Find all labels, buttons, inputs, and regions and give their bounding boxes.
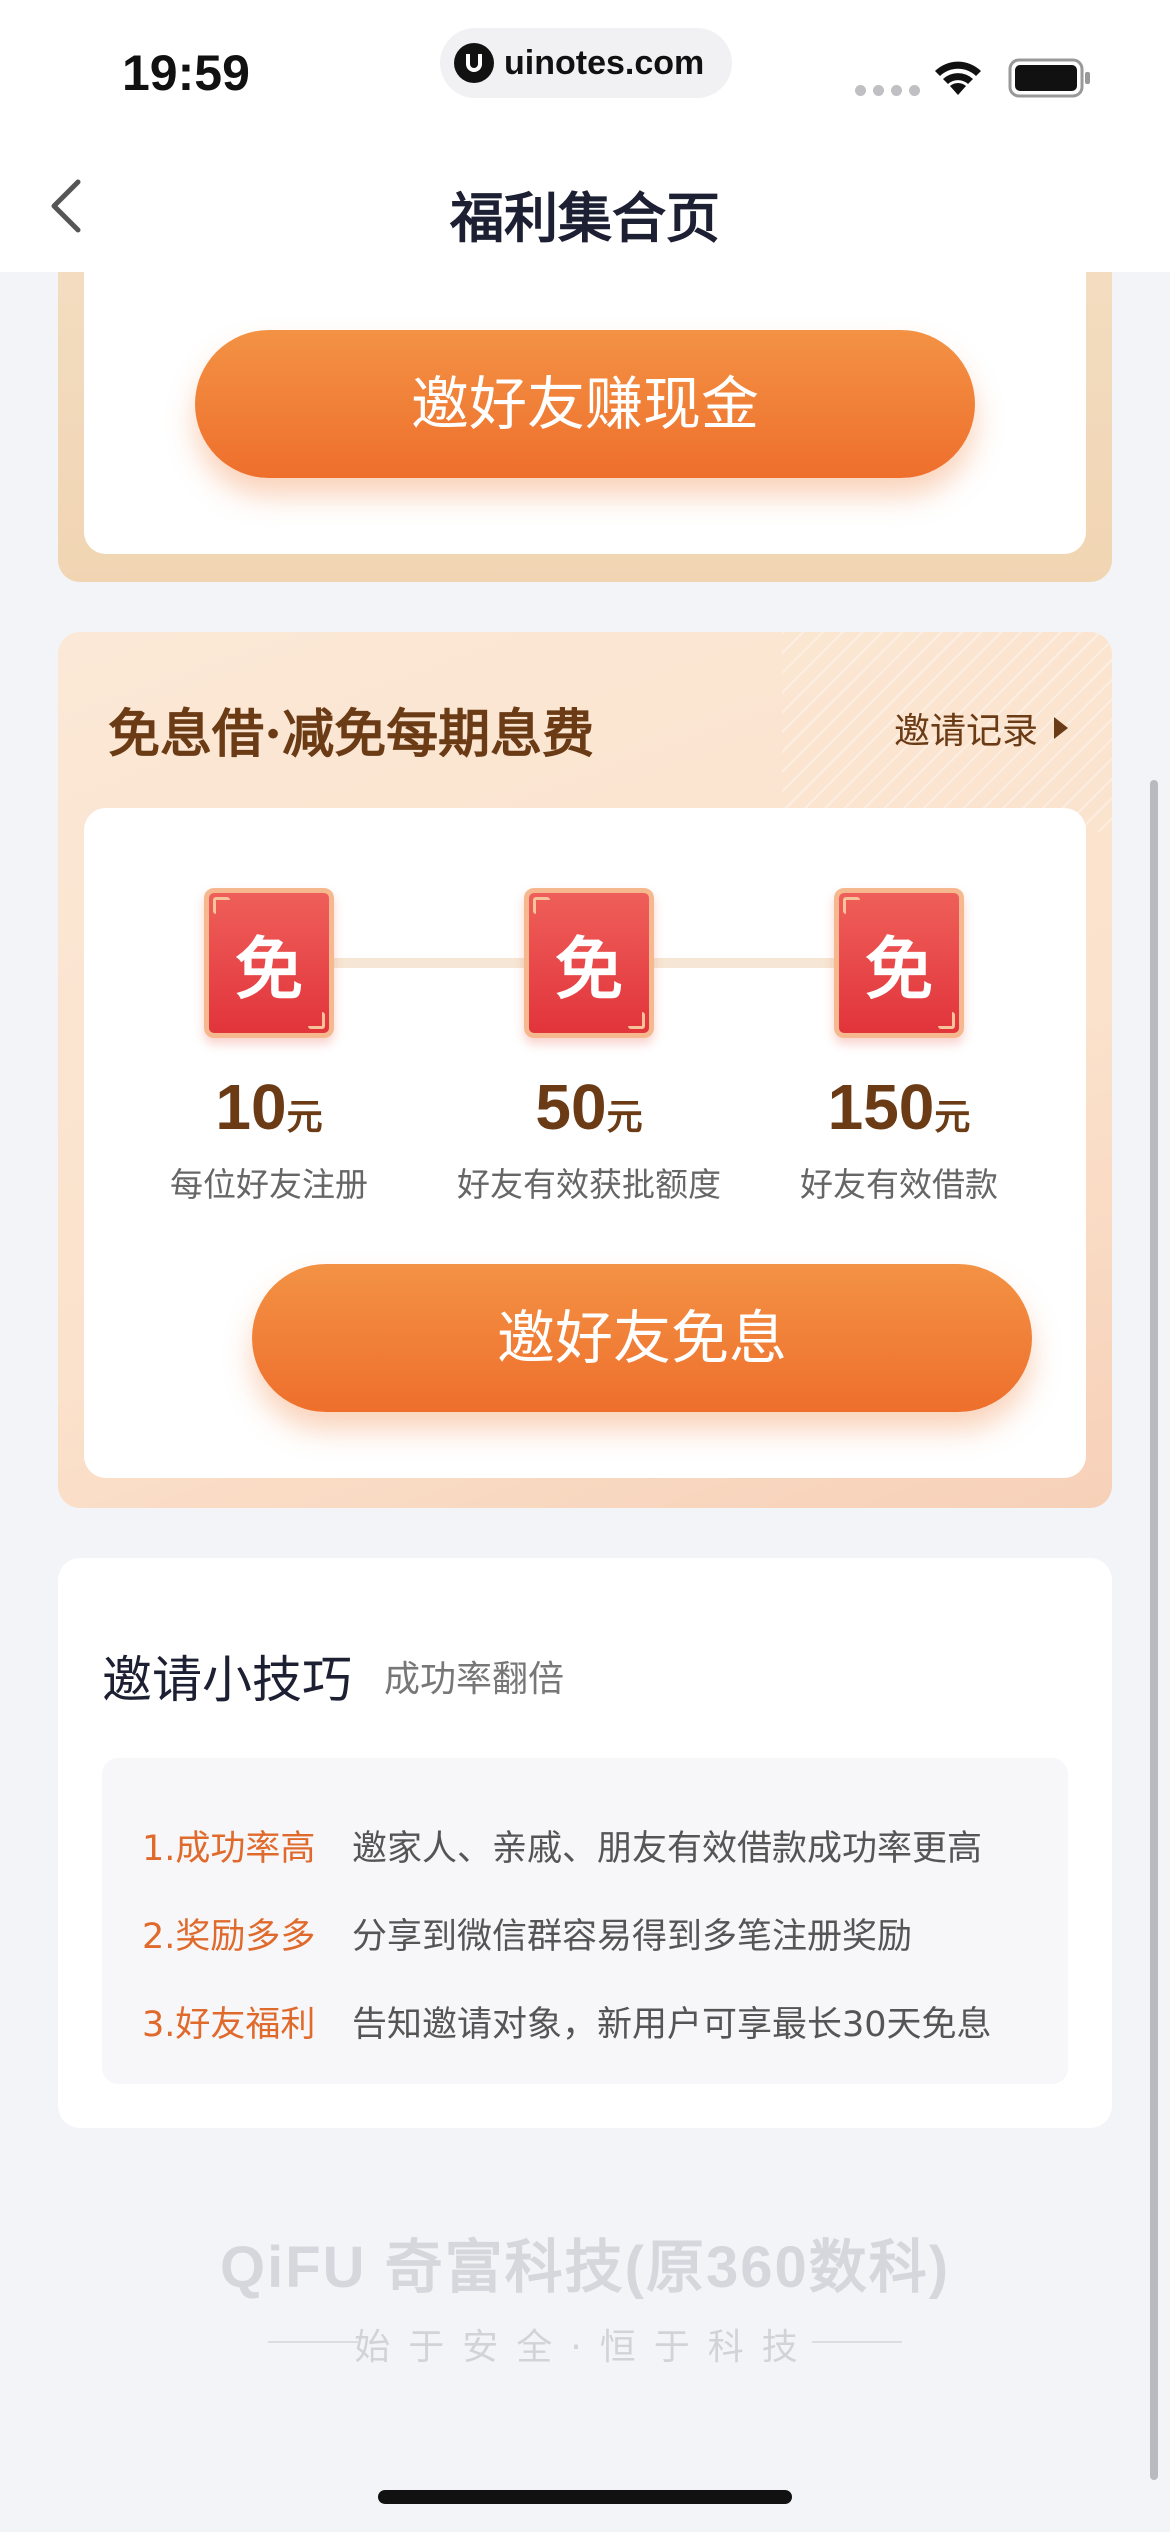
reward-amount: 50元 [535, 1071, 643, 1143]
free-badge-icon: 免 [834, 888, 964, 1038]
status-bar: 19:59 uinotes.com [0, 0, 1170, 140]
invite-record-label: 邀请记录 [893, 711, 1038, 752]
invite-record-link[interactable]: 邀请记录 [894, 702, 1068, 754]
tips-list: 1.成功率高 邀家人、亲戚、朋友有效借款成功率更高 2.奖励多多 分享到微信群容… [102, 1758, 1068, 2084]
url-pill[interactable]: uinotes.com [440, 28, 732, 98]
invite-cash-button[interactable]: 邀好友赚现金 [195, 330, 975, 478]
scrollbar[interactable] [1150, 780, 1158, 2480]
interest-free-title: 免息借·减免每期息费 [108, 704, 595, 765]
status-time: 19:59 [122, 45, 250, 101]
interest-free-card: 免息借·减免每期息费 邀请记录 免 免 免 10元 50元 150元 每位好友注… [58, 632, 1112, 1508]
tip-text: 邀家人、亲戚、朋友有效借款成功率更高 [352, 1829, 983, 1869]
free-badge-icon: 免 [524, 888, 654, 1038]
rewards-panel: 免 免 免 10元 50元 150元 每位好友注册 好友有效获批额度 好友有效借… [84, 808, 1086, 1478]
tip-text: 分享到微信群容易得到多笔注册奖励 [352, 1917, 913, 1957]
reward-amount: 150元 [827, 1071, 971, 1143]
wifi-icon [935, 61, 981, 95]
tip-item: 3.好友福利 告知邀请对象，新用户可享最长30天免息 [142, 1996, 992, 2047]
tips-title: 邀请小技巧 [102, 1651, 352, 1709]
nav-bar: 福利集合页 [0, 140, 1170, 272]
reward-amount: 10元 [215, 1071, 323, 1143]
tip-label: 2.奖励多多 [142, 1917, 316, 1957]
home-indicator[interactable] [378, 2490, 792, 2504]
reward-description: 每位好友注册 [170, 1165, 368, 1204]
url-text: uinotes.com [504, 43, 705, 82]
invite-tips-card: 邀请小技巧 成功率翻倍 1.成功率高 邀家人、亲戚、朋友有效借款成功率更高 2.… [58, 1558, 1112, 2128]
site-logo-icon [454, 43, 494, 83]
page-title: 福利集合页 [450, 187, 720, 250]
battery-icon [1008, 58, 1090, 98]
arrow-right-icon [1054, 717, 1068, 739]
company-slogan: 始于安全·恒于科技 [354, 2327, 816, 2368]
tip-text: 告知邀请对象，新用户可享最长30天免息 [352, 2005, 992, 2045]
cellular-signal-icon [855, 85, 920, 96]
tip-label: 3.好友福利 [142, 2005, 316, 2045]
free-badge-icon: 免 [204, 888, 334, 1038]
tip-item: 2.奖励多多 分享到微信群容易得到多笔注册奖励 [142, 1908, 912, 1959]
reward-description: 好友有效获批额度 [457, 1165, 721, 1204]
tip-label: 1.成功率高 [142, 1829, 316, 1869]
invite-free-interest-button[interactable]: 邀好友免息 [252, 1264, 1032, 1412]
footer-divider [812, 2341, 902, 2343]
company-logo: QiFU 奇富科技(原360数科) [219, 2235, 951, 2300]
tip-item: 1.成功率高 邀家人、亲戚、朋友有效借款成功率更高 [142, 1820, 982, 1871]
reward-description: 好友有效借款 [800, 1165, 998, 1204]
tips-subtitle: 成功率翻倍 [384, 1659, 565, 1700]
